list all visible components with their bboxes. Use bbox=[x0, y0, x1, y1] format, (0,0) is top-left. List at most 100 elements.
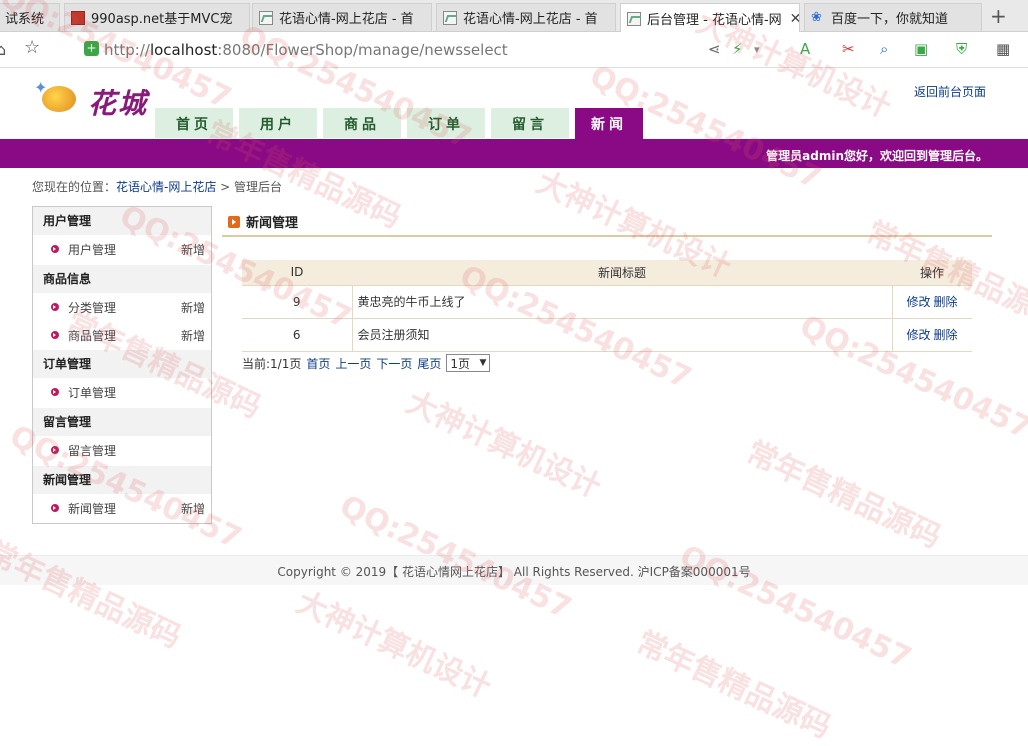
scissors-icon[interactable]: ✂ bbox=[842, 40, 855, 58]
sidebar-add-link[interactable]: 新增 bbox=[181, 323, 205, 350]
security-shield-icon[interactable]: ⛨ bbox=[956, 40, 967, 58]
sidebar-group-title: 留言管理 bbox=[33, 408, 211, 436]
nav-orders[interactable]: 订单 bbox=[407, 108, 485, 138]
watermark: 常年售精品源码 bbox=[630, 624, 837, 746]
panel-title: 新闻管理 bbox=[228, 212, 298, 231]
panel-title-text: 新闻管理 bbox=[246, 216, 299, 231]
table-header-row: ID 新闻标题 操作 bbox=[242, 260, 972, 286]
arrow-bullet-icon bbox=[51, 388, 59, 396]
tab-label: 后台管理 - 花语心情-网 bbox=[647, 13, 782, 28]
apps-grid-icon[interactable]: ▦ bbox=[996, 40, 1010, 58]
site-logo[interactable]: ✦ 花城 bbox=[32, 78, 154, 122]
page-info: 当前:1/1页 bbox=[242, 356, 302, 371]
cell-title: 会员注册须知 bbox=[352, 318, 893, 352]
image-favicon-icon bbox=[627, 11, 641, 26]
arrow-bullet-icon bbox=[51, 446, 59, 454]
browser-tab[interactable]: 花语心情-网上花店 - 首 bbox=[436, 3, 616, 31]
sidebar-add-link[interactable]: 新增 bbox=[181, 293, 205, 323]
arrow-bullet-icon bbox=[51, 245, 59, 253]
news-table: ID 新闻标题 操作 9 黄忠亮的牛币上线了 修改 删除 6 会员注册须知 修改删… bbox=[242, 260, 972, 352]
sidebar-item-user-manage[interactable]: 用户管理 新增 bbox=[33, 235, 211, 265]
column-header-actions: 操作 bbox=[892, 260, 972, 286]
page-select[interactable]: 1页 ▼ bbox=[446, 354, 491, 372]
sidebar-group-title: 新闻管理 bbox=[33, 466, 211, 494]
browser-tab-bar: 试系统 990asp.net基于MVC宠 花语心情-网上花店 - 首 花语心情-… bbox=[0, 0, 1028, 33]
breadcrumb-separator: > bbox=[216, 180, 235, 194]
logo-text: 花城 bbox=[88, 87, 149, 120]
url-field[interactable]: http://localhost:8080/FlowerShop/manage/… bbox=[104, 41, 508, 59]
delete-link[interactable]: 删除 bbox=[934, 295, 958, 309]
last-page-link[interactable]: 尾页 bbox=[417, 355, 441, 372]
breadcrumb: 您现在的位置：花语心情-网上花店 > 管理后台 bbox=[32, 178, 282, 195]
sidebar-item-product-manage[interactable]: 商品管理 新增 bbox=[33, 323, 211, 350]
share-icon[interactable]: ⋖ bbox=[708, 40, 721, 58]
lightning-icon[interactable]: ⚡ bbox=[732, 40, 743, 58]
back-to-frontend-link[interactable]: 返回前台页面 bbox=[914, 83, 986, 100]
secure-plus-icon: + bbox=[84, 41, 99, 56]
breadcrumb-prefix: 您现在的位置： bbox=[32, 180, 117, 194]
browser-tab[interactable]: 990asp.net基于MVC宠 bbox=[64, 3, 250, 31]
chevron-down-icon[interactable]: ▾ bbox=[754, 43, 760, 56]
sidebar-add-link[interactable]: 新增 bbox=[181, 235, 205, 265]
pagination: 当前:1/1页 首页 上一页 下一页 尾页 1页 ▼ bbox=[242, 354, 491, 372]
tab-label: 百度一下，你就知道 bbox=[831, 12, 949, 27]
sidebar-item-message-manage[interactable]: 留言管理 bbox=[33, 436, 211, 466]
nav-products[interactable]: 商品 bbox=[323, 108, 401, 138]
baidu-paw-icon: ❀ bbox=[811, 9, 822, 25]
new-tab-plus-icon[interactable]: + bbox=[990, 4, 1007, 28]
footer-copyright: Copyright © 2019【 花语心情网上花店】 All Rights R… bbox=[277, 565, 751, 579]
breadcrumb-home-link[interactable]: 花语心情-网上花店 bbox=[116, 180, 216, 194]
next-page-link[interactable]: 下一页 bbox=[376, 355, 412, 372]
table-row: 9 黄忠亮的牛币上线了 修改 删除 bbox=[242, 285, 972, 319]
tab-label: 试系统 bbox=[5, 12, 45, 27]
browser-tab[interactable]: 花语心情-网上花店 - 首 bbox=[252, 3, 432, 31]
browser-tab-active[interactable]: 后台管理 - 花语心情-网 ✕ bbox=[620, 3, 800, 33]
edit-link[interactable]: 修改 bbox=[907, 295, 931, 309]
url-prefix: http:// bbox=[104, 41, 150, 59]
star-icon[interactable]: ☆ bbox=[24, 37, 40, 58]
sidebar-group-title: 商品信息 bbox=[33, 265, 211, 293]
cell-id: 9 bbox=[242, 285, 353, 319]
table-row: 6 会员注册须知 修改 删除 bbox=[242, 318, 972, 352]
welcome-bar: 管理员admin您好，欢迎回到管理后台。 bbox=[0, 139, 1028, 168]
site-footer: Copyright © 2019【 花语心情网上花店】 All Rights R… bbox=[0, 555, 1028, 585]
column-header-id: ID bbox=[242, 260, 352, 286]
browser-tab[interactable]: 试系统 bbox=[0, 3, 60, 31]
first-page-link[interactable]: 首页 bbox=[306, 355, 330, 372]
home-icon[interactable]: ⌂ bbox=[0, 40, 6, 59]
image-favicon-icon bbox=[259, 10, 273, 25]
tab-label: 990asp.net基于MVC宠 bbox=[91, 12, 233, 27]
translate-icon[interactable]: A bbox=[800, 40, 810, 58]
cell-actions: 修改 删除 bbox=[892, 285, 972, 319]
watermark: 常年售精品源码 bbox=[0, 534, 187, 656]
nav-home[interactable]: 首页 bbox=[155, 108, 233, 138]
prev-page-link[interactable]: 上一页 bbox=[335, 355, 371, 372]
arrow-bullet-icon bbox=[51, 504, 59, 512]
sidebar-add-link[interactable]: 新增 bbox=[181, 494, 205, 524]
browser-tab[interactable]: ❀ 百度一下，你就知道 bbox=[804, 3, 982, 31]
url-path: :8080/FlowerShop/manage/newsselect bbox=[217, 41, 508, 59]
sidebar-item-label: 用户管理 bbox=[68, 243, 117, 257]
close-icon[interactable]: ✕ bbox=[782, 11, 799, 27]
watermark: 大神计算机设计 bbox=[400, 384, 607, 506]
column-header-title: 新闻标题 bbox=[352, 260, 892, 286]
flower-logo-icon bbox=[42, 86, 76, 112]
image-favicon-icon bbox=[443, 10, 457, 25]
sidebar-item-label: 分类管理 bbox=[68, 301, 117, 315]
admin-sidebar: 用户管理 用户管理 新增 商品信息 分类管理 新增 商品管理 新增 订单管理 订… bbox=[32, 206, 212, 524]
edit-link[interactable]: 修改 bbox=[907, 328, 931, 342]
search-icon[interactable]: ⌕ bbox=[880, 40, 888, 58]
cell-id: 6 bbox=[242, 318, 353, 352]
url-host: localhost bbox=[149, 41, 218, 59]
nav-messages[interactable]: 留言 bbox=[491, 108, 569, 138]
sidebar-item-news-manage[interactable]: 新闻管理 新增 bbox=[33, 494, 211, 524]
sidebar-item-label: 留言管理 bbox=[68, 444, 117, 458]
sidebar-item-order-manage[interactable]: 订单管理 bbox=[33, 378, 211, 408]
gamepad-icon[interactable]: ▣ bbox=[914, 40, 928, 58]
sidebar-item-category-manage[interactable]: 分类管理 新增 bbox=[33, 293, 211, 323]
delete-link[interactable]: 删除 bbox=[934, 328, 958, 342]
nav-news[interactable]: 新闻 bbox=[575, 108, 643, 139]
arrow-bullet-icon bbox=[51, 303, 59, 311]
watermark: 常年售精品源码 bbox=[740, 434, 947, 556]
nav-users[interactable]: 用户 bbox=[239, 108, 317, 138]
